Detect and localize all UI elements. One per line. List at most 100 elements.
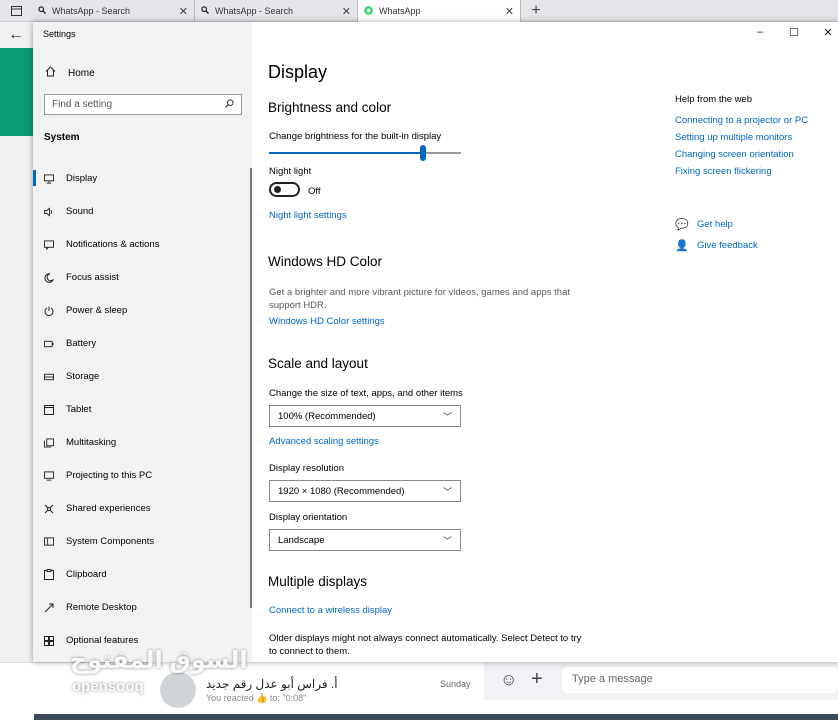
section-label: System <box>44 132 80 143</box>
whatsapp-header-band <box>0 48 33 136</box>
clipboard-icon <box>44 569 54 580</box>
close-icon[interactable]: ✕ <box>505 5 514 18</box>
search-placeholder: Find a setting <box>52 99 113 110</box>
brightness-slider-label: Change brightness for the built-in displ… <box>269 131 442 142</box>
speaker-icon <box>44 206 54 217</box>
settings-sidebar: Settings Home Find a setting System Disp… <box>33 22 252 662</box>
nav-label: Remote Desktop <box>66 602 137 613</box>
tab-label: WhatsApp - Search <box>52 6 131 16</box>
orientation-dropdown[interactable]: Landscape ﹀ <box>269 529 461 551</box>
maximize-icon[interactable]: ☐ <box>788 26 800 39</box>
nav-item-shared-experiences[interactable]: Shared experiences <box>33 492 252 525</box>
nav-item-remote-desktop[interactable]: Remote Desktop <box>33 591 252 624</box>
attach-plus-icon[interactable]: + <box>531 668 543 691</box>
help-title: Help from the web <box>675 94 753 105</box>
nav-label: Sound <box>66 206 94 217</box>
search-input[interactable]: Find a setting <box>44 94 242 115</box>
nav-label: Tablet <box>66 404 92 415</box>
avatar <box>160 672 196 708</box>
dropdown-value: 1920 × 1080 (Recommended) <box>278 485 405 497</box>
nav-label: Projecting to this PC <box>66 470 153 481</box>
advanced-scaling-link[interactable]: Advanced scaling settings <box>269 436 379 447</box>
chevron-down-icon: ﹀ <box>442 486 452 497</box>
search-icon <box>225 98 234 111</box>
search-icon <box>38 6 46 16</box>
nav-label: System Components <box>66 536 155 547</box>
feedback-icon: 👤 <box>675 240 689 252</box>
nav-item-focus-assist[interactable]: Focus assist <box>33 261 252 294</box>
section-heading-hd-color: Windows HD Color <box>268 254 383 269</box>
night-light-settings-link[interactable]: Night light settings <box>269 210 347 221</box>
help-link[interactable]: Setting up multiple monitors <box>675 132 835 143</box>
nav-item-battery[interactable]: Battery <box>33 327 252 360</box>
message-input[interactable]: Type a message <box>562 667 838 693</box>
nav-label: Battery <box>66 338 97 349</box>
features-icon <box>44 635 54 646</box>
brightness-slider-fill <box>269 152 423 154</box>
nav-item-system-components[interactable]: System Components <box>33 525 252 558</box>
multiple-displays-description: Older displays might not always connect … <box>269 633 582 657</box>
tab-actions-icon[interactable] <box>0 0 32 21</box>
watermark-logo-latin: opensooq <box>72 678 144 695</box>
chat-preview: You reacted 👍 to: "0:08" <box>206 693 307 703</box>
page-title: Display <box>268 62 328 82</box>
whatsapp-icon <box>364 5 373 17</box>
moon-icon <box>44 272 54 283</box>
help-link[interactable]: Fixing screen flickering <box>675 166 835 177</box>
browser-tab[interactable]: WhatsApp - Search ✕ <box>32 0 195 22</box>
help-link[interactable]: Changing screen orientation <box>675 149 835 160</box>
nav-label: Display <box>66 173 98 184</box>
nav-item-tablet[interactable]: Tablet <box>33 393 252 426</box>
nav-item-power-sleep[interactable]: Power & sleep <box>33 294 252 327</box>
dropdown-value: 100% (Recommended) <box>278 410 376 422</box>
nav-item-multitasking[interactable]: Multitasking <box>33 426 252 459</box>
wireless-display-link[interactable]: Connect to a wireless display <box>269 605 392 616</box>
close-icon[interactable]: ✕ <box>342 5 351 18</box>
battery-icon <box>44 339 54 349</box>
chevron-down-icon: ﹀ <box>442 411 452 422</box>
brightness-slider[interactable] <box>269 145 461 161</box>
nav-label: Optional features <box>66 635 139 646</box>
close-icon[interactable]: ✕ <box>822 26 834 39</box>
nav-item-sound[interactable]: Sound <box>33 195 252 228</box>
browser-tab-active[interactable]: WhatsApp ✕ <box>358 0 521 22</box>
multitasking-icon <box>44 437 54 448</box>
nav-label: Focus assist <box>66 272 119 283</box>
nav-label: Multitasking <box>66 437 117 448</box>
browser-tab[interactable]: WhatsApp - Search ✕ <box>195 0 358 22</box>
chevron-down-icon: ﹀ <box>442 535 452 546</box>
brightness-slider-thumb[interactable] <box>419 145 426 161</box>
window-controls: – ☐ ✕ <box>754 26 838 39</box>
home-icon <box>45 66 56 80</box>
minimize-icon[interactable]: – <box>754 26 766 39</box>
chat-time: Sunday <box>440 679 471 689</box>
new-tab-button[interactable]: + <box>521 0 551 21</box>
storage-icon <box>44 372 54 382</box>
tablet-icon <box>44 404 54 415</box>
close-icon[interactable]: ✕ <box>179 5 188 18</box>
emoji-icon[interactable]: ☺ <box>500 670 517 690</box>
notification-icon <box>44 239 54 250</box>
help-panel: Help from the web Connecting to a projec… <box>675 94 835 183</box>
nav-item-notifications[interactable]: Notifications & actions <box>33 228 252 261</box>
section-heading-multiple-displays: Multiple displays <box>268 574 368 589</box>
night-light-state: Off <box>308 186 321 197</box>
night-light-toggle[interactable] <box>269 182 300 197</box>
orientation-label: Display orientation <box>269 512 348 523</box>
resolution-label: Display resolution <box>269 463 344 474</box>
hd-color-settings-link[interactable]: Windows HD Color settings <box>269 316 385 327</box>
get-help-link[interactable]: 💬 Get help <box>675 218 733 231</box>
back-arrow-icon[interactable]: ← <box>8 26 24 44</box>
help-link[interactable]: Connecting to a projector or PC <box>675 115 835 126</box>
monitor-icon <box>44 173 54 184</box>
resolution-dropdown[interactable]: 1920 × 1080 (Recommended) ﹀ <box>269 480 461 502</box>
scale-size-dropdown[interactable]: 100% (Recommended) ﹀ <box>269 405 461 427</box>
nav-item-projecting[interactable]: Projecting to this PC <box>33 459 252 492</box>
home-nav-item[interactable]: Home <box>45 66 95 80</box>
nav-label: Storage <box>66 371 100 382</box>
nav-item-clipboard[interactable]: Clipboard <box>33 558 252 591</box>
window-title: Settings <box>43 29 76 39</box>
give-feedback-link[interactable]: 👤 Give feedback <box>675 239 758 252</box>
nav-item-storage[interactable]: Storage <box>33 360 252 393</box>
nav-item-display[interactable]: Display <box>33 162 252 195</box>
